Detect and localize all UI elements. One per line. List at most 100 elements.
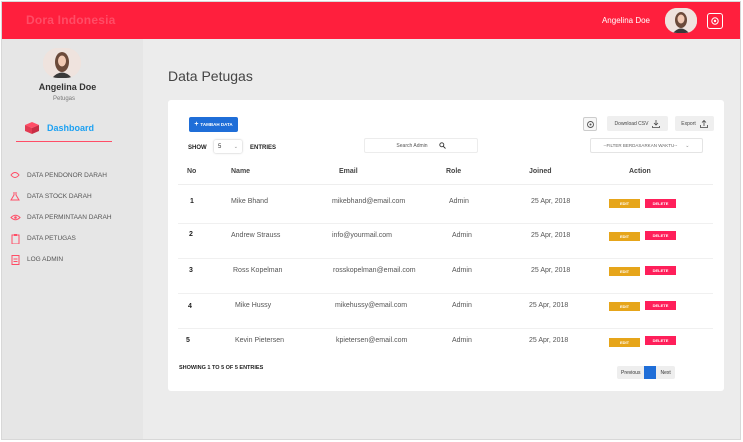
edit-button[interactable]: EDIT	[609, 199, 640, 208]
previous-page-button[interactable]: Previous	[617, 366, 644, 379]
row-email: mikehussy@email.com	[335, 302, 408, 309]
row-email: mikebhand@email.com	[332, 198, 406, 205]
row-number: 2	[189, 231, 193, 238]
showing-entries-text: SHOWING 1 TO 5 OF 5 ENTRIES	[179, 365, 264, 371]
active-indicator	[16, 141, 112, 142]
row-joined: 25 Apr, 2018	[529, 302, 569, 309]
settings-gear-icon[interactable]	[707, 13, 723, 29]
avatar	[43, 48, 81, 78]
table-row: 4 Mike Hussy mikehussy@email.com Admin 2…	[168, 294, 724, 329]
entries-select-value: 5	[218, 143, 222, 150]
download-csv-label: Download CSV	[614, 120, 649, 127]
delete-button[interactable]: DELETE	[645, 301, 676, 310]
delete-button[interactable]: DELETE	[645, 336, 676, 345]
chevron-down-icon: ⌄	[685, 142, 690, 149]
table-row: 5 Kevin Pietersen kpietersen@email.com A…	[168, 329, 724, 364]
eye-icon	[10, 214, 21, 221]
download-csv-button[interactable]: Download CSV	[607, 116, 668, 131]
header-divider	[178, 184, 713, 185]
search-placeholder: Search Admin	[396, 142, 428, 149]
page-1-button[interactable]: 1	[644, 366, 657, 379]
sidebar-user-name: Angelina Doe	[38, 82, 97, 92]
column-header-role[interactable]: Role	[446, 168, 461, 175]
row-joined: 25 Apr, 2018	[531, 198, 571, 205]
table-row: 2 Andrew Strauss info@yourmail.com Admin…	[168, 224, 724, 259]
search-icon	[438, 142, 446, 149]
sidebar-item-dashboard[interactable]: Dashboard	[24, 121, 94, 135]
row-number: 3	[189, 267, 193, 274]
column-header-joined[interactable]: Joined	[529, 168, 552, 175]
sidebar-item-data-pendonor-darah[interactable]: DATA PENDONOR DARAH	[10, 165, 112, 186]
sidebar-item-label: DATA PETUGAS	[27, 235, 76, 242]
row-name: Andrew Strauss	[231, 232, 281, 239]
search-input[interactable]: Search Admin	[364, 138, 478, 153]
row-joined: 25 Apr, 2018	[531, 267, 571, 274]
column-header-no[interactable]: No	[187, 168, 196, 175]
edit-button[interactable]: EDIT	[609, 338, 640, 347]
sidebar: Angelina Doe Petugas Dashboard DATA PEND…	[2, 39, 143, 439]
add-data-button[interactable]: + TAMBAH DATA	[189, 117, 238, 132]
add-data-label: TAMBAH DATA	[200, 122, 233, 127]
row-email: rosskopelman@email.com	[333, 267, 416, 274]
entries-select[interactable]: 5 ⌄	[214, 140, 242, 153]
export-label: Export	[681, 120, 696, 127]
main-content: Data Petugas + TAMBAH DATA Download CSV …	[143, 39, 740, 439]
page-title: Data Petugas	[168, 68, 253, 84]
sidebar-item-log-admin[interactable]: LOG ADMIN	[10, 249, 112, 270]
data-card: + TAMBAH DATA Download CSV Export SHOW 5…	[168, 100, 724, 391]
top-user-name[interactable]: Angelina Doe	[602, 16, 650, 25]
sidebar-item-label: LOG ADMIN	[27, 256, 64, 263]
upload-icon	[699, 119, 708, 128]
time-filter-select[interactable]: --FILTER BERDASARKAN WAKTU-- ⌄	[590, 138, 703, 153]
column-header-email[interactable]: Email	[339, 168, 358, 175]
gear-icon	[586, 120, 594, 128]
sidebar-user-role: Petugas	[52, 96, 76, 102]
row-name: Mike Hussy	[235, 302, 272, 309]
row-number: 4	[188, 303, 192, 310]
edit-button[interactable]: EDIT	[609, 267, 640, 276]
pagination: Previous 1 Next	[617, 366, 675, 379]
table-settings-button[interactable]	[583, 117, 597, 131]
row-role: Admin	[449, 198, 469, 205]
next-page-button[interactable]: Next	[656, 366, 674, 379]
flask-icon	[10, 192, 20, 201]
row-role: Admin	[452, 232, 472, 239]
delete-button[interactable]: DELETE	[645, 231, 676, 240]
export-button[interactable]: Export	[675, 116, 714, 131]
plus-icon: +	[194, 121, 199, 128]
row-joined: 25 Apr, 2018	[531, 232, 571, 239]
top-navbar: Dora Indonesia Angelina Doe	[2, 2, 740, 39]
row-name: Kevin Pietersen	[235, 337, 285, 344]
brand-logo[interactable]: Dora Indonesia	[26, 13, 115, 27]
delete-button[interactable]: DELETE	[645, 266, 676, 275]
show-label: SHOW	[188, 145, 207, 151]
row-number: 1	[190, 198, 194, 205]
row-role: Admin	[452, 337, 472, 344]
table-row: 1 Mike Bhand mikebhand@email.com Admin 2…	[168, 189, 724, 224]
column-header-name[interactable]: Name	[231, 168, 250, 175]
sidebar-item-label: Dashboard	[47, 123, 95, 133]
sidebar-item-label: DATA PERMINTAAN DARAH	[27, 214, 112, 221]
row-role: Admin	[452, 267, 472, 274]
avatar[interactable]	[665, 8, 697, 33]
row-name: Ross Kopelman	[233, 267, 283, 274]
sidebar-menu: DATA PENDONOR DARAH DATA STOCK DARAH DAT…	[10, 165, 112, 270]
clipboard-icon	[11, 233, 20, 244]
delete-button[interactable]: DELETE	[645, 199, 676, 208]
sidebar-item-label: DATA STOCK DARAH	[27, 193, 92, 200]
row-email: info@yourmail.com	[332, 232, 393, 239]
edit-button[interactable]: EDIT	[609, 232, 640, 241]
chevron-down-icon: ⌄	[233, 143, 238, 150]
row-joined: 25 Apr, 2018	[529, 337, 569, 344]
sidebar-item-data-petugas[interactable]: DATA PETUGAS	[10, 228, 112, 249]
row-role: Admin	[452, 302, 472, 309]
row-email: kpietersen@email.com	[336, 337, 408, 344]
sidebar-item-data-permintaan-darah[interactable]: DATA PERMINTAAN DARAH	[10, 207, 112, 228]
column-header-action[interactable]: Action	[629, 168, 651, 175]
box-icon	[25, 122, 39, 134]
document-icon	[11, 254, 20, 265]
sidebar-item-data-stock-darah[interactable]: DATA STOCK DARAH	[10, 186, 112, 207]
row-name: Mike Bhand	[231, 198, 268, 205]
edit-button[interactable]: EDIT	[609, 302, 640, 311]
download-icon	[652, 119, 661, 128]
